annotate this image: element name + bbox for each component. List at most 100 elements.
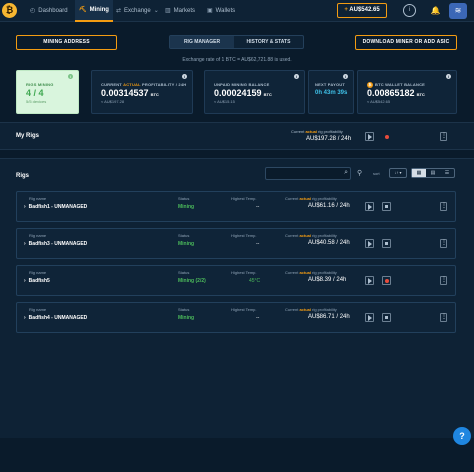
rig-status-label: Status bbox=[178, 270, 190, 275]
btc-wallet-value: 0.00865182 BTC bbox=[367, 88, 425, 98]
compact-view-icon[interactable]: ▤ bbox=[426, 169, 440, 177]
bell-icon[interactable]: 🔔 bbox=[429, 4, 442, 17]
rig-name[interactable]: › Badfish1 - UNMANAGED bbox=[24, 204, 87, 210]
nav-markets-label: Markets bbox=[173, 8, 196, 14]
stop-icon bbox=[385, 242, 388, 245]
rigs-mining-label: RIGS MINING bbox=[26, 82, 54, 87]
nav-exchange[interactable]: ⇄ Exchange ⌄ bbox=[116, 0, 159, 22]
rig-card[interactable]: Rig name › Badfish5 Status Mining (2/2) Highe… bbox=[16, 265, 456, 296]
tab-history-stats[interactable]: HISTORY & STATS bbox=[234, 36, 303, 48]
play-icon bbox=[368, 241, 372, 247]
rig-name-label: Rig name bbox=[29, 270, 47, 275]
rig-profit: AU$61.16 / 24h bbox=[308, 203, 350, 209]
search-icon[interactable]: ⌕ bbox=[344, 169, 348, 177]
rig-name[interactable]: › Badfish5 bbox=[24, 278, 50, 284]
download-miner-button[interactable]: DOWNLOAD MINER OR ADD ASIC bbox=[355, 35, 457, 50]
rig-card[interactable]: Rig name › Badfish3 - UNMANAGED Status Minin… bbox=[16, 228, 456, 259]
next-payout-card: i NEXT PAYOUT 0h 43m 39s bbox=[308, 70, 354, 114]
avatar[interactable]: ≋ bbox=[449, 3, 467, 19]
stop-rig-button[interactable] bbox=[382, 239, 391, 248]
start-rig-button[interactable] bbox=[365, 239, 374, 248]
rig-card[interactable]: Rig name › Badfish1 - UNMANAGED Status Minin… bbox=[16, 191, 456, 222]
nav-dashboard[interactable]: ◴ Dashboard bbox=[30, 0, 68, 22]
rig-temp-label: Highest Temp. bbox=[231, 196, 257, 201]
rig-name[interactable]: › Badfish3 - UNMANAGED bbox=[24, 241, 87, 247]
rig-status-label: Status bbox=[178, 196, 190, 201]
play-icon bbox=[368, 278, 372, 284]
rig-name-text: Badfish1 - UNMANAGED bbox=[28, 204, 88, 210]
grid-view-icon[interactable]: ▦ bbox=[412, 169, 426, 177]
rig-name-label: Rig name bbox=[29, 233, 47, 238]
plus-icon: + bbox=[344, 7, 348, 13]
stop-icon bbox=[385, 135, 389, 139]
my-rigs-title: My Rigs bbox=[16, 133, 40, 139]
profitability-card: i CURRENT ACTUAL PROFITABILITY / 24H 0.0… bbox=[91, 70, 193, 114]
start-rig-button[interactable] bbox=[365, 276, 374, 285]
info-icon[interactable]: i bbox=[343, 74, 348, 79]
rig-temp-label: Highest Temp. bbox=[231, 307, 257, 312]
stop-icon bbox=[385, 279, 389, 283]
chevron-right-icon[interactable]: › bbox=[24, 315, 26, 321]
rigs-mining-card: i RIGS MINING 4 / 4 5/5 devices bbox=[16, 70, 79, 114]
rig-temp: -- bbox=[256, 204, 260, 210]
unpaid-balance-label: UNPAID MINING BALANCE bbox=[214, 82, 270, 87]
info-icon[interactable]: i bbox=[182, 74, 187, 79]
chevron-right-icon[interactable]: › bbox=[24, 241, 26, 247]
rig-menu-icon[interactable]: ⋮ bbox=[440, 313, 447, 322]
rig-card[interactable]: Rig name › Badfish4 - UNMANAGED Status Minin… bbox=[16, 302, 456, 333]
rig-name-text: Badfish3 - UNMANAGED bbox=[28, 241, 88, 247]
unpaid-balance-fiat: ≈ AU$15.15 bbox=[214, 99, 235, 104]
rig-menu-icon[interactable]: ⋮ bbox=[440, 239, 447, 248]
chevron-right-icon[interactable]: › bbox=[24, 278, 26, 284]
rig-profit: AU$40.58 / 24h bbox=[308, 240, 350, 246]
dashboard-icon: ◴ bbox=[30, 8, 36, 14]
rig-menu-icon[interactable]: ⋮ bbox=[440, 276, 447, 285]
rig-menu-icon[interactable]: ⋮ bbox=[440, 202, 447, 211]
rig-search-input[interactable]: ⌕ bbox=[265, 167, 351, 180]
info-icon[interactable]: i bbox=[446, 74, 451, 79]
filter-icon[interactable]: ⚲ bbox=[357, 169, 362, 177]
rig-search-field[interactable] bbox=[266, 168, 338, 179]
rig-name[interactable]: › Badfish4 - UNMANAGED bbox=[24, 315, 87, 321]
start-all-button[interactable] bbox=[365, 132, 374, 141]
nav-markets[interactable]: ▥ Markets bbox=[165, 0, 195, 22]
chevron-right-icon[interactable]: › bbox=[24, 204, 26, 210]
rig-status: Mining (2/2) bbox=[178, 278, 206, 284]
info-icon[interactable]: i bbox=[403, 4, 416, 17]
rig-profit-label: Current actual rig profitability bbox=[285, 196, 337, 201]
list-view-icon[interactable]: ☰ bbox=[440, 169, 454, 177]
unpaid-balance-value: 0.00024159 BTC bbox=[214, 88, 272, 98]
tab-rig-manager[interactable]: RIG MANAGER bbox=[170, 36, 234, 48]
mining-address-button[interactable]: MINING ADDRESS bbox=[16, 35, 117, 50]
stop-rig-button[interactable] bbox=[382, 276, 391, 285]
profitability-value: 0.00314537 BTC bbox=[101, 88, 159, 98]
exchange-icon: ⇄ bbox=[116, 8, 122, 14]
stop-all-button[interactable] bbox=[382, 132, 391, 141]
my-rigs-profit-label: Current actual rig profitability bbox=[291, 129, 343, 134]
stop-rig-button[interactable] bbox=[382, 313, 391, 322]
btc-wallet-card: i ₿ BTC WALLET BALANCE 0.00865182 BTC ≈ AU… bbox=[357, 70, 457, 114]
rig-name-text: Badfish4 - UNMANAGED bbox=[28, 315, 88, 321]
start-rig-button[interactable] bbox=[365, 313, 374, 322]
nav-exchange-label: Exchange bbox=[124, 8, 151, 14]
rig-status: Mining bbox=[178, 204, 195, 210]
info-icon[interactable]: i bbox=[294, 74, 299, 79]
sort-select[interactable]: ↓↑ ▾ bbox=[389, 168, 407, 178]
rig-profit-label: Current actual rig profitability bbox=[285, 233, 337, 238]
my-rigs-menu-icon[interactable]: ⋮ bbox=[440, 132, 447, 141]
wallet-balance-button[interactable]: + AU$542.65 bbox=[337, 3, 387, 18]
app-logo[interactable]: ₿ bbox=[2, 3, 17, 18]
play-icon bbox=[368, 204, 372, 210]
my-rigs-bar: My Rigs Current actual rig profitability… bbox=[0, 122, 474, 150]
stop-rig-button[interactable] bbox=[382, 202, 391, 211]
nav-mining[interactable]: ⛏ Mining bbox=[75, 0, 113, 22]
help-button[interactable]: ? bbox=[453, 427, 471, 445]
nav-wallets-label: Wallets bbox=[215, 8, 236, 14]
start-rig-button[interactable] bbox=[365, 202, 374, 211]
nav-wallets[interactable]: ▣ Wallets bbox=[207, 0, 235, 22]
profitability-fiat: ≈ AU$197.28 bbox=[101, 99, 125, 104]
nav-mining-label: Mining bbox=[89, 7, 109, 13]
stop-icon bbox=[385, 316, 388, 319]
info-icon[interactable]: i bbox=[68, 74, 73, 79]
next-payout-label: NEXT PAYOUT bbox=[315, 82, 345, 87]
